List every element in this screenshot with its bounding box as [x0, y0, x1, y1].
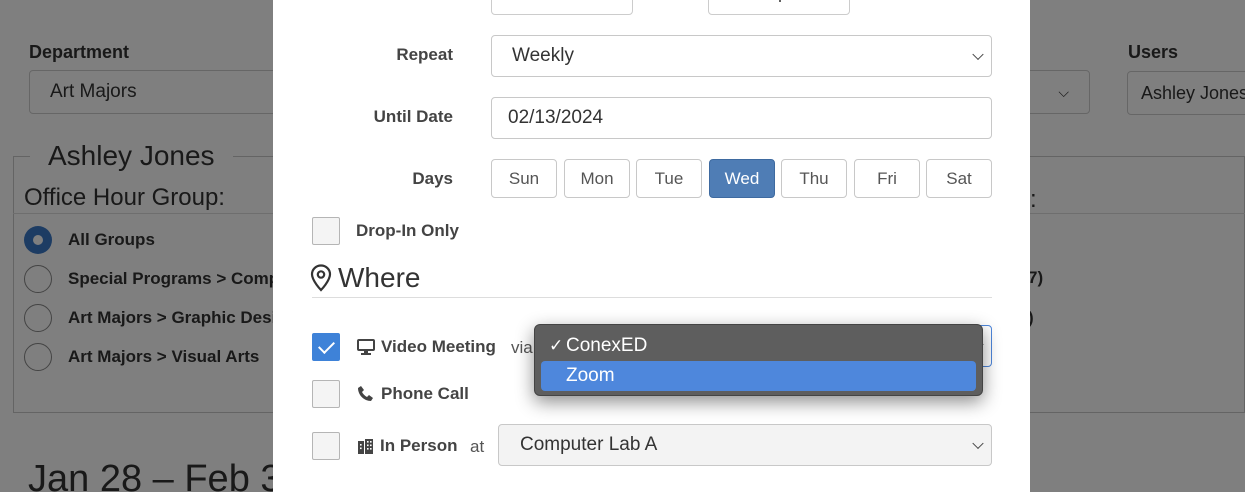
day-toggle-thu[interactable]: Thu	[781, 159, 847, 198]
start-time-input[interactable]: 09:00 am	[491, 0, 633, 15]
until-date-input[interactable]: 02/13/2024	[491, 97, 992, 139]
repeat-label: Repeat	[396, 45, 453, 64]
where-title: Where	[338, 262, 421, 293]
day-toggle-sun[interactable]: Sun	[491, 159, 557, 198]
divider	[312, 297, 992, 298]
end-time-input[interactable]: 04:00 pm	[708, 0, 850, 15]
monitor-icon	[357, 339, 375, 355]
phone-call-option: Phone Call	[357, 384, 469, 404]
location-select[interactable]: Computer Lab A	[498, 424, 992, 466]
video-provider-dropdown: ✓ ConexED Zoom	[534, 324, 983, 396]
in-person-option: In Person	[357, 436, 457, 456]
in-person-label: In Person	[380, 436, 458, 455]
phone-icon	[357, 385, 375, 403]
day-toggle-sat[interactable]: Sat	[926, 159, 992, 198]
drop-in-checkbox[interactable]	[312, 217, 340, 245]
in-person-checkbox[interactable]	[312, 432, 340, 460]
repeat-select[interactable]: Weekly	[491, 35, 992, 77]
at-text: at	[470, 437, 485, 456]
repeat-value: Weekly	[512, 45, 574, 66]
office-hours-modal: 09:00 am 04:00 pm Repeat Weekly Until Da…	[273, 0, 1030, 492]
phone-call-checkbox[interactable]	[312, 380, 340, 408]
dropdown-option-zoom[interactable]: Zoom	[541, 361, 976, 391]
until-date-label: Until Date	[373, 107, 453, 126]
days-label: Days	[412, 169, 453, 188]
where-heading: Where	[310, 262, 420, 294]
dropdown-option-conexed[interactable]: ✓ ConexED	[541, 331, 976, 361]
location-value: Computer Lab A	[520, 434, 658, 455]
via-text: via	[511, 338, 533, 357]
checkmark-icon: ✓	[549, 336, 564, 355]
until-date-value: 02/13/2024	[508, 107, 604, 128]
dropdown-option-label: ConexED	[566, 335, 648, 356]
day-toggle-fri[interactable]: Fri	[854, 159, 920, 198]
video-meeting-checkbox[interactable]	[312, 333, 340, 361]
dropdown-option-label: Zoom	[566, 365, 615, 386]
video-meeting-option: Video Meeting	[357, 337, 496, 357]
map-pin-icon	[310, 264, 332, 292]
day-toggle-wed[interactable]: Wed	[709, 159, 775, 198]
phone-call-label: Phone Call	[381, 384, 469, 403]
video-meeting-label: Video Meeting	[381, 337, 496, 356]
day-toggle-tue[interactable]: Tue	[636, 159, 702, 198]
day-toggle-mon[interactable]: Mon	[564, 159, 630, 198]
drop-in-label: Drop-In Only	[356, 221, 459, 240]
building-icon	[357, 438, 374, 455]
